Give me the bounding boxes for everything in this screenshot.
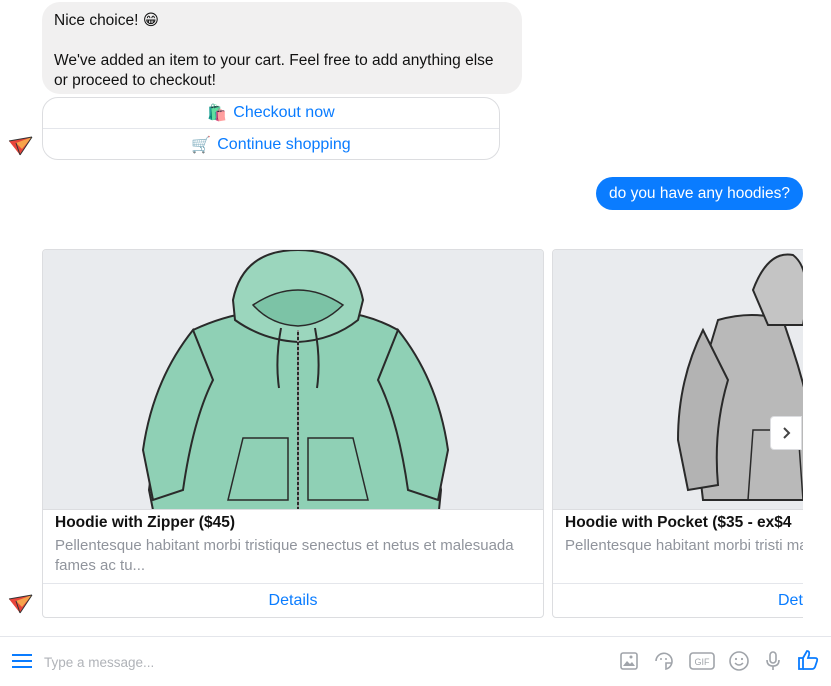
product-carousel: Hoodie with Zipper ($45) Pellentesque ha… <box>42 249 803 619</box>
product-card: Hoodie with Zipper ($45) Pellentesque ha… <box>42 249 544 618</box>
menu-icon[interactable] <box>11 652 33 675</box>
message-composer: GIF <box>0 636 831 686</box>
details-button[interactable]: Det <box>553 583 803 617</box>
checkout-now-label: Checkout now <box>233 104 335 121</box>
product-description: Pellentesque habitant morbi tristi males… <box>565 537 803 554</box>
carousel-next-button[interactable] <box>770 416 802 450</box>
bot-message-line: Nice choice! 😁 <box>54 12 159 29</box>
emoji-icon[interactable] <box>728 650 750 672</box>
gif-icon[interactable]: GIF <box>689 650 715 672</box>
details-button[interactable]: Details <box>43 583 543 617</box>
bot-avatar-icon <box>8 593 34 615</box>
svg-text:GIF: GIF <box>695 657 711 667</box>
product-title: Hoodie with Pocket ($35 - ex$4 <box>565 514 792 531</box>
gray-pocket-hoodie-image[interactable] <box>553 250 803 510</box>
user-message-text: do you have any hoodies? <box>609 184 790 202</box>
shopping-bags-icon: 🛍️ <box>207 105 228 122</box>
green-zip-hoodie-image[interactable] <box>43 250 543 510</box>
bot-message-bubble: Nice choice! 😁 We've added an item to yo… <box>42 2 522 94</box>
continue-shopping-label: Continue shopping <box>217 135 351 153</box>
bot-avatar-icon <box>8 135 34 157</box>
product-description: Pellentesque habitant morbi tristique se… <box>55 537 514 574</box>
thumbs-up-icon[interactable] <box>796 648 820 672</box>
sticker-icon[interactable] <box>653 650 675 672</box>
microphone-icon[interactable] <box>763 650 783 672</box>
checkout-now-button[interactable]: 🛍️ Checkout now <box>43 98 499 128</box>
continue-shopping-button[interactable]: 🛒 Continue shopping <box>43 128 499 159</box>
bot-message-spacer <box>54 31 510 51</box>
bot-message-line: We've added an item to your cart. Feel f… <box>54 52 494 89</box>
chevron-right-icon <box>783 427 791 439</box>
user-message-bubble: do you have any hoodies? <box>596 177 803 210</box>
message-input[interactable] <box>44 649 564 675</box>
image-icon[interactable] <box>618 650 640 672</box>
shopping-cart-icon: 🛒 <box>191 136 212 154</box>
product-title: Hoodie with Zipper ($45) <box>55 514 235 531</box>
quick-replies: 🛍️ Checkout now 🛒 Continue shopping <box>42 97 500 160</box>
product-card: Hoodie with Pocket ($35 - ex$4 Pellentes… <box>552 249 803 618</box>
